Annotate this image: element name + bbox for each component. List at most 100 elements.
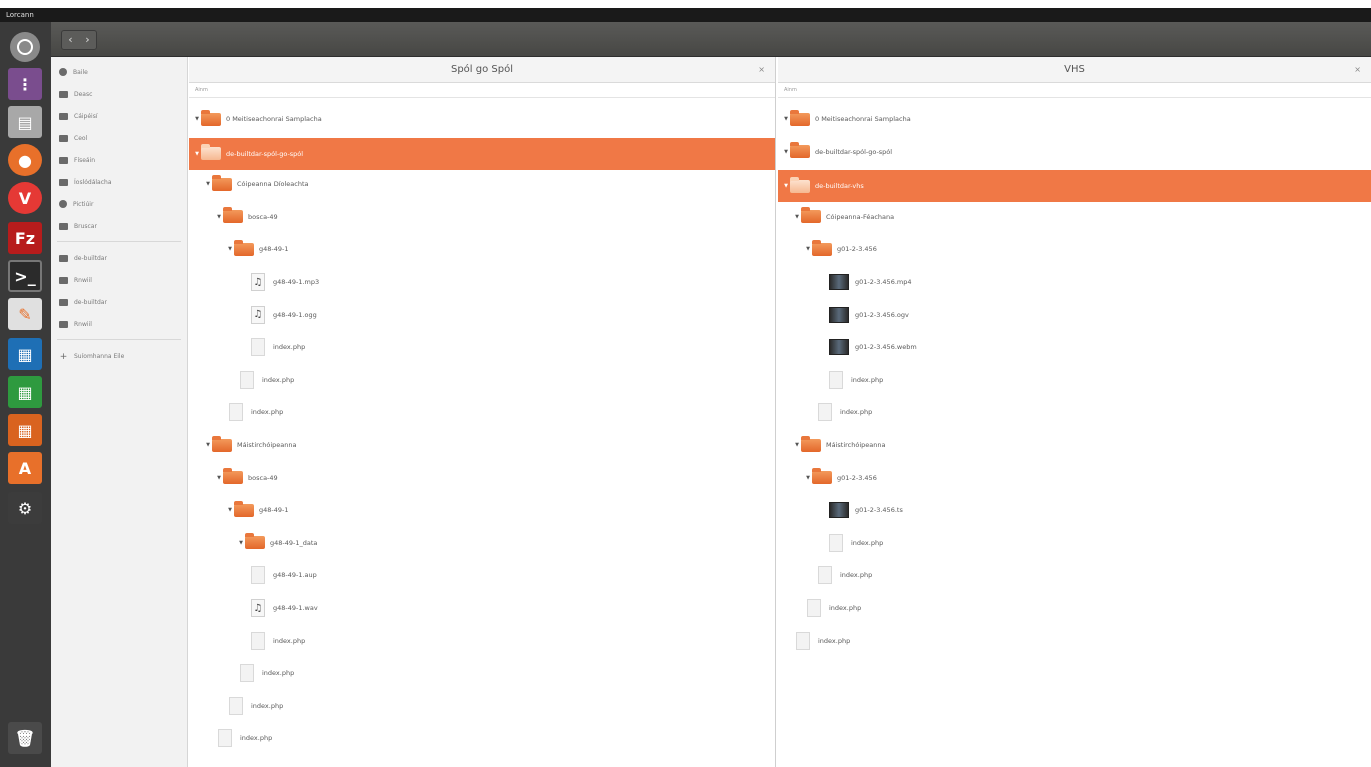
sidebar-item-bruscar[interactable]: Bruscar	[59, 217, 97, 235]
folder-row[interactable]: ▼ bosca-49	[189, 464, 775, 492]
files-icon[interactable]: ▤	[8, 106, 42, 138]
calc-icon[interactable]: ▦	[8, 376, 42, 408]
sidebar-item-fiseain[interactable]: Físeáin	[59, 151, 95, 169]
expander-triangle-icon[interactable]: ▼	[193, 151, 201, 157]
file-row[interactable]: index.php	[778, 627, 1371, 655]
sidebar-bookmark-4[interactable]: Rnwiil	[59, 315, 92, 333]
expander-triangle-icon[interactable]: ▼	[793, 442, 801, 448]
file-row[interactable]: index.php	[189, 659, 775, 687]
row-label: g48-49-1.ogg	[273, 310, 317, 319]
forward-button[interactable]: ›	[79, 31, 96, 49]
row-label: index.php	[262, 669, 295, 678]
impress-icon[interactable]: ▦	[8, 414, 42, 446]
expander-triangle-icon[interactable]: ▼	[782, 149, 790, 155]
sidebar-item-pictiuir[interactable]: Pictiúir	[59, 195, 93, 213]
left-pane-close-button[interactable]: ×	[758, 57, 765, 83]
right-pane-close-button[interactable]: ×	[1354, 57, 1361, 83]
folder-row[interactable]: ▼ 0 Meitiseachonrai Samplacha	[189, 105, 775, 133]
camera-icon	[59, 200, 67, 208]
file-row[interactable]: g01-2-3.456.ogv	[778, 301, 1371, 329]
terminal-icon[interactable]: >_	[8, 260, 42, 292]
places-sidebar: Baile Deasc Cáipéisí Ceol Físeáin Íoslód…	[51, 57, 188, 767]
sidebar-item-deasc[interactable]: Deasc	[59, 85, 92, 103]
expander-triangle-icon[interactable]: ▼	[226, 507, 234, 513]
sidebar-item-baile[interactable]: Baile	[59, 63, 88, 81]
dash-home-icon[interactable]	[10, 32, 40, 62]
expander-triangle-icon[interactable]: ▼	[215, 214, 223, 220]
folder-row[interactable]: ▼ de-builtdar-spól-go-spól	[189, 137, 775, 170]
folder-row[interactable]: ▼ g48-49-1_data	[189, 529, 775, 557]
left-name-column-header[interactable]: Ainm	[189, 83, 775, 98]
folder-row[interactable]: ▼ g48-49-1	[189, 235, 775, 263]
file-row[interactable]: g01-2-3.456.ts	[778, 496, 1371, 524]
writer-icon[interactable]: ▦	[8, 338, 42, 370]
folder-row[interactable]: ▼ g01-2-3.456	[778, 235, 1371, 263]
folder-row[interactable]: ▼ de-builtdar-vhs	[778, 170, 1371, 203]
file-row[interactable]: g01-2-3.456.mp4	[778, 268, 1371, 296]
top-menubar: Lorcann	[0, 8, 1371, 22]
file-row[interactable]: g48-49-1.aup	[189, 561, 775, 589]
expander-triangle-icon[interactable]: ▼	[782, 116, 790, 122]
file-row[interactable]: index.php	[778, 594, 1371, 622]
file-row[interactable]: ♫ g48-49-1.ogg	[189, 301, 775, 329]
expander-triangle-icon[interactable]: ▼	[804, 475, 812, 481]
folder-icon	[790, 142, 810, 159]
back-button[interactable]: ‹	[62, 31, 79, 49]
expander-triangle-icon[interactable]: ▼	[782, 183, 790, 189]
expander-triangle-icon[interactable]: ▼	[226, 246, 234, 252]
sidebar-item-other-locations[interactable]: + Suíomhanna Eile	[59, 347, 125, 365]
expander-triangle-icon[interactable]: ▼	[193, 116, 201, 122]
folder-row[interactable]: ▼ bosca-49	[189, 203, 775, 231]
text-file-icon	[796, 631, 810, 650]
folder-row[interactable]: ▼ Máistirchóipeanna	[778, 431, 1371, 459]
left-pane-title: Spól go Spól ×	[189, 57, 775, 83]
folder-row[interactable]: ▼ Máistirchóipeanna	[189, 431, 775, 459]
app-title: Lorcann	[6, 11, 34, 19]
row-label: g48-49-1.wav	[273, 604, 318, 612]
settings-gear-icon[interactable]: ⚙	[8, 492, 42, 524]
expander-triangle-icon[interactable]: ▼	[237, 540, 245, 546]
firefox-icon[interactable]: ●	[8, 144, 42, 176]
sidebar-bookmark-1[interactable]: de-builtdar	[59, 249, 107, 267]
file-row[interactable]: index.php	[189, 692, 775, 720]
file-row[interactable]: index.php	[189, 366, 775, 394]
right-name-column-header[interactable]: Ainm	[778, 83, 1371, 98]
software-store-icon[interactable]: A	[8, 452, 42, 484]
file-row[interactable]: g01-2-3.456.webm	[778, 333, 1371, 361]
file-row[interactable]: index.php	[189, 333, 775, 361]
text-editor-icon[interactable]: ✎	[8, 298, 42, 330]
folder-row[interactable]: ▼ Cóipeanna Díoleachta	[189, 170, 775, 198]
file-row[interactable]: index.php	[778, 561, 1371, 589]
text-file-icon	[251, 566, 265, 585]
sidebar-item-ioslodalacha[interactable]: Íoslódálacha	[59, 173, 112, 191]
sidebar-bookmark-2[interactable]: Rnwiil	[59, 271, 92, 289]
trash-icon[interactable]: 🗑	[8, 722, 42, 754]
row-label: g01-2-3.456.webm	[855, 343, 917, 352]
file-row[interactable]: index.php	[778, 366, 1371, 394]
vivaldi-icon[interactable]: V	[8, 182, 42, 214]
expander-triangle-icon[interactable]: ▼	[804, 246, 812, 252]
folder-row[interactable]: ▼ 0 Meitiseachonrai Samplacha	[778, 105, 1371, 133]
file-row[interactable]: ♫ g48-49-1.wav	[189, 594, 775, 622]
text-file-icon	[240, 664, 254, 683]
folder-row[interactable]: ▼ Cóipeanna-Féachana	[778, 203, 1371, 231]
file-row[interactable]: index.php	[189, 627, 775, 655]
folder-icon	[59, 276, 68, 284]
folder-row[interactable]: ▼ g01-2-3.456	[778, 464, 1371, 492]
file-row[interactable]: index.php	[189, 398, 775, 426]
sidebar-item-ceol[interactable]: Ceol	[59, 129, 87, 147]
folder-row[interactable]: ▼ de-builtdar-spól-go-spól	[778, 138, 1371, 166]
file-row[interactable]: ♫ g48-49-1.mp3	[189, 268, 775, 296]
filezilla-icon[interactable]: Fz	[8, 222, 42, 254]
sidebar-bookmark-3[interactable]: de-builtdar	[59, 293, 107, 311]
expander-triangle-icon[interactable]: ▼	[204, 181, 212, 187]
file-row[interactable]: index.php	[778, 398, 1371, 426]
folder-row[interactable]: ▼ g48-49-1	[189, 496, 775, 524]
expander-triangle-icon[interactable]: ▼	[793, 214, 801, 220]
expander-triangle-icon[interactable]: ▼	[215, 475, 223, 481]
expander-triangle-icon[interactable]: ▼	[204, 442, 212, 448]
file-row[interactable]: index.php	[189, 724, 775, 752]
sidebar-item-caipeisi[interactable]: Cáipéisí	[59, 107, 98, 125]
file-row[interactable]: index.php	[778, 529, 1371, 557]
apps-icon[interactable]: ⋮	[8, 68, 42, 100]
